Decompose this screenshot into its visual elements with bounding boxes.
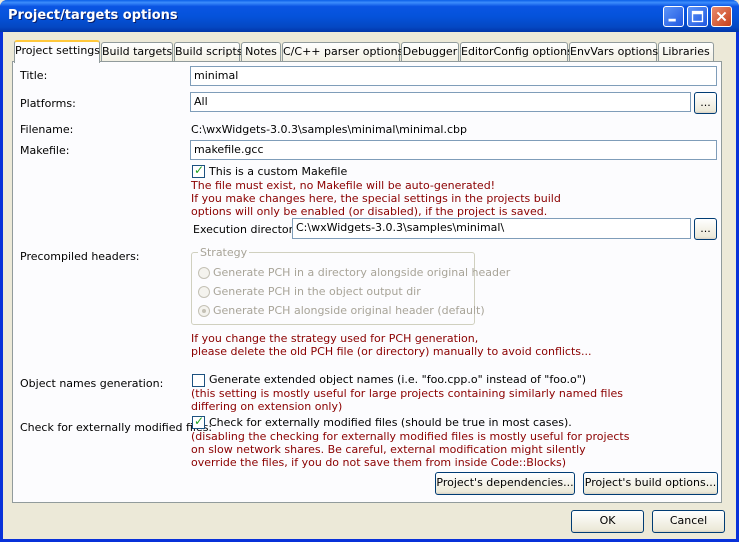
objnames-checkbox[interactable] xyxy=(192,374,205,387)
tab-debugger[interactable]: Debugger xyxy=(401,42,459,62)
project-dependencies-button[interactable]: Project's dependencies... xyxy=(435,472,575,495)
close-button[interactable] xyxy=(711,6,732,27)
title-label: Title: xyxy=(20,69,48,82)
maximize-button[interactable] xyxy=(687,6,708,27)
cancel-button[interactable]: Cancel xyxy=(652,510,725,533)
title-input[interactable]: minimal xyxy=(190,66,717,86)
tab-envvars-options[interactable]: EnvVars options xyxy=(569,42,658,62)
makefile-input[interactable]: makefile.gcc xyxy=(190,140,717,160)
pch-note-2: please delete the old PCH file (or direc… xyxy=(191,345,592,358)
strategy-legend: Strategy xyxy=(198,246,250,259)
tab-build-targets[interactable]: Build targets xyxy=(101,42,173,62)
custom-makefile-note-3: options will only be enabled (or disable… xyxy=(191,205,548,218)
pch-option-directory-radio[interactable] xyxy=(198,267,210,279)
title-bar[interactable]: Project/targets options xyxy=(0,0,739,32)
custom-makefile-label: This is a custom Makefile xyxy=(209,165,348,178)
pch-option-object-dir-radio[interactable] xyxy=(198,286,210,298)
tab-libraries[interactable]: Libraries xyxy=(658,42,714,62)
objnames-note-1: (this setting is mostly useful for large… xyxy=(191,387,624,400)
makefile-label: Makefile: xyxy=(20,144,70,157)
minimize-button[interactable] xyxy=(663,6,684,27)
pch-option-object-dir-label: Generate PCH in the object output dir xyxy=(213,285,421,298)
exec-dir-browse-button[interactable]: ... xyxy=(694,218,717,240)
exec-dir-input[interactable]: C:\wxWidgets-3.0.3\samples\minimal\ xyxy=(292,218,691,239)
custom-makefile-checkbox[interactable]: ✓ xyxy=(192,163,205,178)
close-icon xyxy=(716,11,727,22)
objnames-check-label: Generate extended object names (i.e. "fo… xyxy=(209,373,587,386)
pch-option-alongside-label: Generate PCH alongside original header (… xyxy=(213,304,485,317)
tab-project-settings[interactable]: Project settings xyxy=(14,40,100,63)
window-title: Project/targets options xyxy=(8,8,178,23)
objnames-note-2: differing on extension only) xyxy=(191,400,343,413)
pch-note-1: If you change the strategy used for PCH … xyxy=(191,332,479,345)
custom-makefile-note-1: The file must exist, no Makefile will be… xyxy=(191,179,496,192)
custom-makefile-note-2: If you make changes here, the special se… xyxy=(191,192,561,205)
tab-build-scripts[interactable]: Build scripts xyxy=(174,42,243,62)
pch-option-alongside-radio[interactable] xyxy=(198,305,210,317)
tab-bar: Project settings Build targets Build scr… xyxy=(14,40,714,63)
maximize-icon xyxy=(691,10,704,23)
extmod-note-3: override the files, if you do not save t… xyxy=(191,456,567,469)
extmod-note-2: on slow network shares. Be careful, exte… xyxy=(191,443,586,456)
checkmark-icon: ✓ xyxy=(194,414,205,428)
tab-editorconfig-options[interactable]: EditorConfig options xyxy=(460,42,573,62)
extmod-note-1: (disabling the checking for externally m… xyxy=(191,430,630,443)
tab-notes[interactable]: Notes xyxy=(241,42,281,62)
filename-value: C:\wxWidgets-3.0.3\samples\minimal\minim… xyxy=(191,123,467,136)
minimize-icon xyxy=(668,18,676,22)
ok-button[interactable]: OK xyxy=(571,510,644,533)
extmod-check-label: Check for externally modified files (sho… xyxy=(209,416,572,429)
platforms-label: Platforms: xyxy=(20,97,76,110)
radio-selected-dot xyxy=(202,309,206,313)
platforms-browse-button[interactable]: ... xyxy=(694,92,717,114)
tab-cpp-parser-options[interactable]: C/C++ parser options xyxy=(282,42,403,62)
pch-option-directory-label: Generate PCH in a directory alongside or… xyxy=(213,266,511,279)
extmod-checkbox[interactable]: ✓ xyxy=(192,414,205,429)
filename-label: Filename: xyxy=(20,123,74,136)
project-build-options-button[interactable]: Project's build options... xyxy=(583,472,718,495)
pch-label: Precompiled headers: xyxy=(20,250,140,263)
platforms-input[interactable]: All xyxy=(190,92,691,112)
exec-dir-label: Execution directory: xyxy=(193,223,303,236)
objnames-label: Object names generation: xyxy=(20,377,164,390)
extmod-label: Check for externally modified files: xyxy=(20,421,213,434)
checkmark-icon: ✓ xyxy=(194,163,205,177)
